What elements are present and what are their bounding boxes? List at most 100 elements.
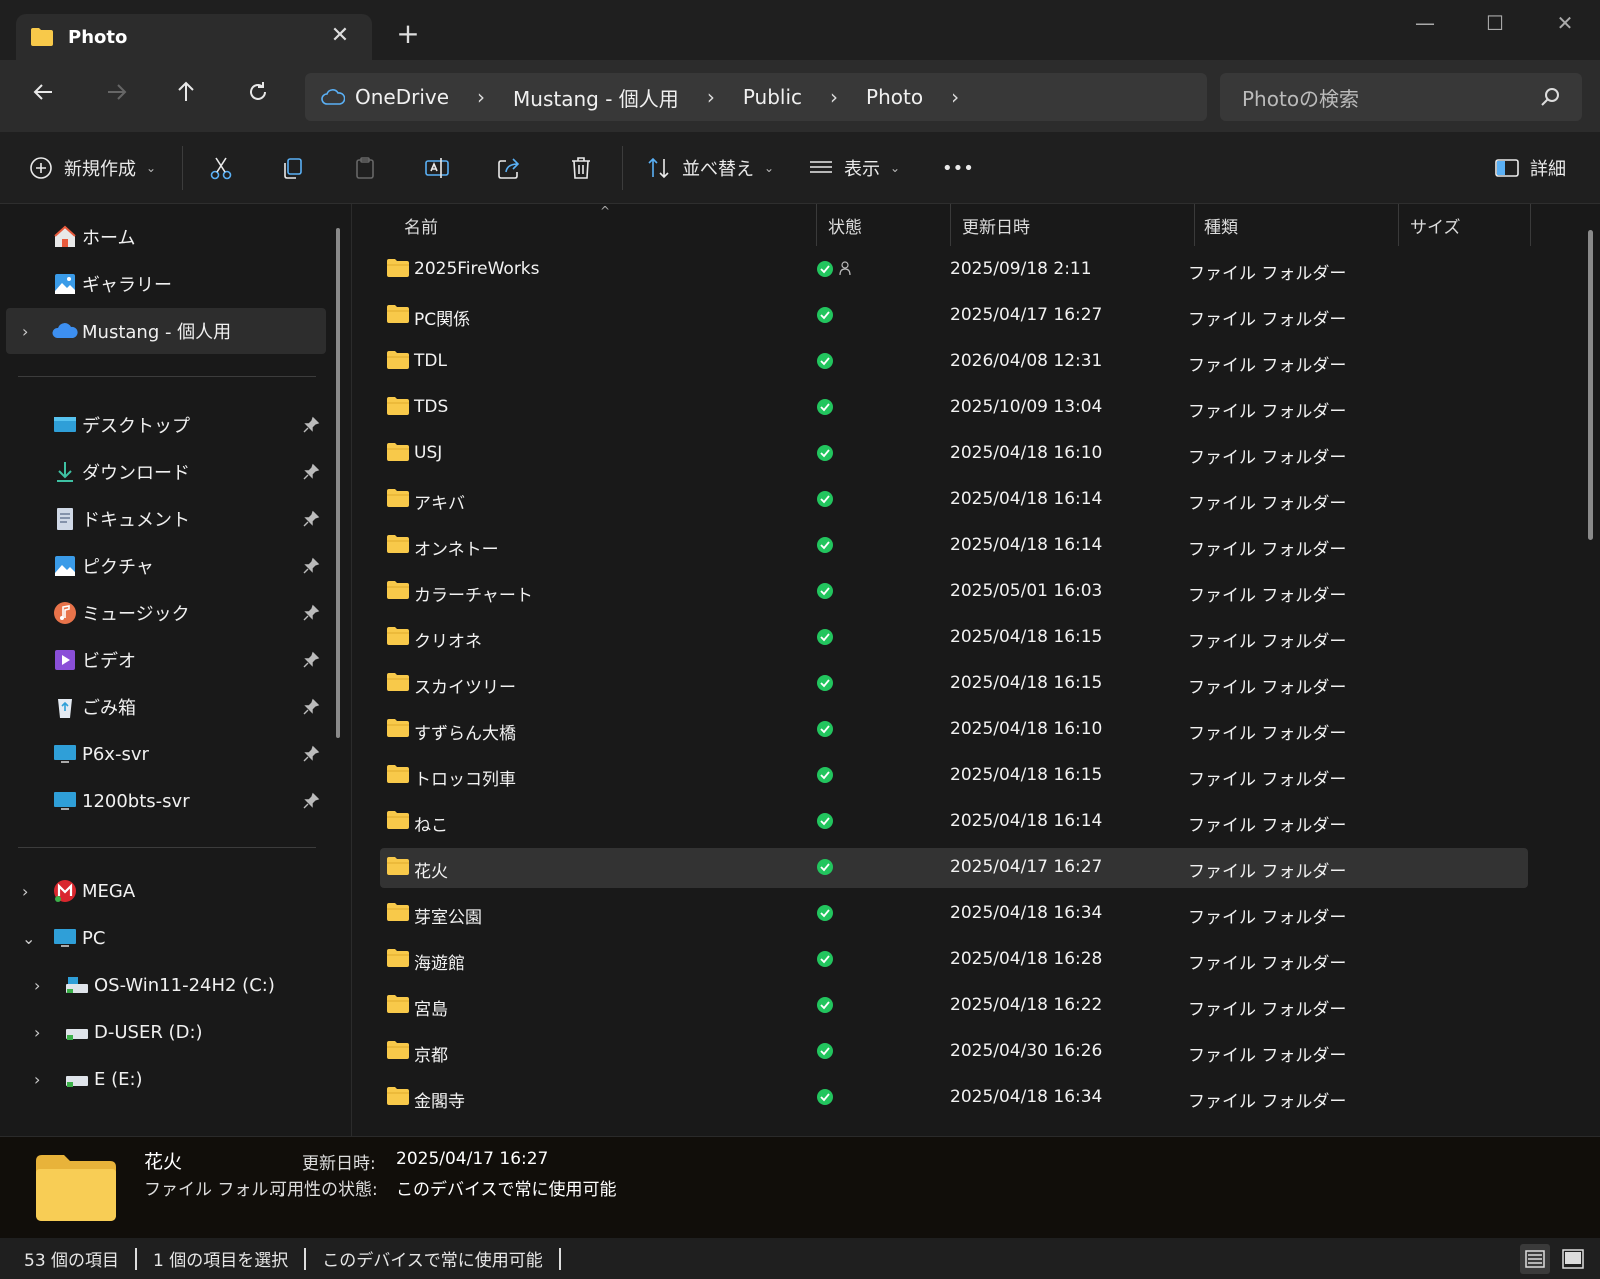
chevron-right-icon[interactable]: ›	[951, 85, 959, 109]
table-row[interactable]: 芽室公園 2025/04/18 16:34 ファイル フォルダー	[380, 894, 1528, 934]
pin-icon[interactable]	[302, 792, 320, 810]
chevron-right-icon[interactable]: ›	[830, 85, 838, 109]
sidebar-item-onedrive[interactable]: › Mustang - 個人用	[6, 308, 326, 354]
file-name: スカイツリー	[414, 678, 516, 698]
pin-icon[interactable]	[302, 557, 320, 575]
column-divider[interactable]	[950, 204, 951, 246]
address-bar[interactable]: OneDrive › Mustang - 個人用 › Public › Phot…	[305, 73, 1207, 121]
column-header-name[interactable]: 名前	[404, 204, 438, 246]
sidebar-item-recycle-bin[interactable]: ごみ箱	[6, 684, 326, 730]
breadcrumb-public[interactable]: Public	[743, 85, 802, 109]
table-row[interactable]: ねこ 2025/04/18 16:14 ファイル フォルダー	[380, 802, 1528, 842]
table-row[interactable]: すずらん大橋 2025/04/18 16:10 ファイル フォルダー	[380, 710, 1528, 750]
paste-button[interactable]	[352, 150, 378, 186]
chevron-right-icon[interactable]: ›	[34, 1023, 50, 1042]
table-row[interactable]: 海遊館 2025/04/18 16:28 ファイル フォルダー	[380, 940, 1528, 980]
back-button[interactable]	[24, 78, 64, 114]
sidebar-item-documents[interactable]: ドキュメント	[6, 496, 326, 542]
table-row[interactable]: アキバ 2025/04/18 16:14 ファイル フォルダー	[380, 480, 1528, 520]
sidebar-item-gallery[interactable]: ギャラリー	[6, 261, 326, 307]
sidebar-item-p6x-svr[interactable]: P6x-svr	[6, 731, 326, 777]
details-view-button[interactable]	[1520, 1244, 1550, 1274]
sidebar-scrollbar[interactable]	[336, 228, 340, 738]
table-row[interactable]: 宮島 2025/04/18 16:22 ファイル フォルダー	[380, 986, 1528, 1026]
table-row[interactable]: トロッコ列車 2025/04/18 16:15 ファイル フォルダー	[380, 756, 1528, 796]
close-tab-icon[interactable]: ✕	[328, 24, 352, 48]
pin-icon[interactable]	[302, 651, 320, 669]
minimize-button[interactable]: —	[1400, 8, 1450, 38]
drive-icon	[66, 977, 88, 993]
maximize-button[interactable]: ☐	[1470, 8, 1520, 38]
pin-icon[interactable]	[302, 416, 320, 434]
pin-icon[interactable]	[302, 745, 320, 763]
chevron-down-icon[interactable]: ⌄	[22, 929, 38, 948]
chevron-right-icon[interactable]: ›	[707, 85, 715, 109]
new-button[interactable]: 新規作成 ⌄	[28, 150, 156, 186]
breadcrumb-photo[interactable]: Photo	[866, 85, 923, 109]
table-row[interactable]: カラーチャート 2025/05/01 16:03 ファイル フォルダー	[380, 572, 1528, 612]
column-header-modified[interactable]: 更新日時	[962, 204, 1030, 246]
view-button[interactable]: 表示 ⌄	[808, 150, 900, 186]
rename-button[interactable]	[424, 150, 450, 186]
search-icon[interactable]	[1538, 85, 1562, 109]
chevron-right-icon[interactable]: ›	[22, 322, 38, 341]
sidebar-item-home[interactable]: ホーム	[6, 214, 326, 260]
sidebar-item-pc[interactable]: ⌄ PC	[6, 915, 326, 961]
search-input[interactable]: Photoの検索	[1220, 73, 1582, 121]
column-header-type[interactable]: 種類	[1204, 204, 1238, 246]
table-row[interactable]: 2025FireWorks 2025/09/18 2:11 ファイル フォルダー	[380, 250, 1528, 290]
chevron-right-icon[interactable]: ›	[477, 85, 485, 109]
sidebar-item-downloads[interactable]: ダウンロード	[6, 449, 326, 495]
table-row[interactable]: USJ 2025/04/18 16:10 ファイル フォルダー	[380, 434, 1528, 474]
copy-button[interactable]	[280, 150, 306, 186]
forward-button[interactable]	[96, 78, 136, 114]
table-row[interactable]: オンネトー 2025/04/18 16:14 ファイル フォルダー	[380, 526, 1528, 566]
breadcrumb-onedrive[interactable]: OneDrive	[355, 85, 449, 109]
table-row[interactable]: 金閣寺 2025/04/18 16:34 ファイル フォルダー	[380, 1078, 1528, 1118]
sidebar-item-videos[interactable]: ビデオ	[6, 637, 326, 683]
new-tab-button[interactable]: +	[394, 20, 422, 48]
sidebar-item-drive-c[interactable]: › OS-Win11-24H2 (C:)	[18, 962, 338, 1008]
sidebar-item-music[interactable]: ミュージック	[6, 590, 326, 636]
details-pane-button[interactable]: 詳細	[1494, 150, 1566, 186]
breadcrumb-mustang[interactable]: Mustang - 個人用	[513, 83, 679, 112]
delete-button[interactable]	[568, 150, 594, 186]
sidebar-item-pictures[interactable]: ピクチャ	[6, 543, 326, 589]
table-row[interactable]: PC関係 2025/04/17 16:27 ファイル フォルダー	[380, 296, 1528, 336]
refresh-button[interactable]	[238, 78, 278, 114]
column-header-status[interactable]: 状態	[828, 204, 862, 246]
up-button[interactable]	[166, 78, 206, 114]
table-row[interactable]: クリオネ 2025/04/18 16:15 ファイル フォルダー	[380, 618, 1528, 658]
sidebar-item-desktop[interactable]: デスクトップ	[6, 402, 326, 448]
details-pane-icon	[1495, 159, 1519, 177]
table-row[interactable]: 花火 2025/04/17 16:27 ファイル フォルダー	[380, 848, 1528, 888]
pin-icon[interactable]	[302, 604, 320, 622]
tiles-view-button[interactable]	[1558, 1244, 1588, 1274]
sidebar-item-drive-d[interactable]: › D-USER (D:)	[18, 1009, 338, 1055]
more-options-button[interactable]: •••	[942, 150, 974, 186]
sidebar-item-1200bts-svr[interactable]: 1200bts-svr	[6, 778, 326, 824]
chevron-right-icon[interactable]: ›	[34, 976, 50, 995]
column-header-size[interactable]: サイズ	[1410, 204, 1461, 246]
tab-photo[interactable]: Photo ✕	[16, 14, 372, 60]
cut-button[interactable]	[208, 150, 234, 186]
pin-icon[interactable]	[302, 463, 320, 481]
table-row[interactable]: TDL 2026/04/08 12:31 ファイル フォルダー	[380, 342, 1528, 382]
sort-button[interactable]: 並べ替え ⌄	[646, 150, 774, 186]
column-divider[interactable]	[1194, 204, 1195, 246]
column-divider[interactable]	[1398, 204, 1399, 246]
pin-icon[interactable]	[302, 510, 320, 528]
chevron-right-icon[interactable]: ›	[22, 882, 38, 901]
table-row[interactable]: TDS 2025/10/09 13:04 ファイル フォルダー	[380, 388, 1528, 428]
chevron-right-icon[interactable]: ›	[34, 1070, 50, 1089]
share-button[interactable]	[496, 150, 522, 186]
column-divider[interactable]	[1530, 204, 1531, 246]
column-divider[interactable]	[816, 204, 817, 246]
close-window-button[interactable]: ✕	[1540, 8, 1590, 38]
sidebar-item-drive-e[interactable]: › E (E:)	[18, 1056, 338, 1102]
table-row[interactable]: 京都 2025/04/30 16:26 ファイル フォルダー	[380, 1032, 1528, 1072]
pin-icon[interactable]	[302, 698, 320, 716]
table-row[interactable]: スカイツリー 2025/04/18 16:15 ファイル フォルダー	[380, 664, 1528, 704]
sidebar-item-mega[interactable]: › MEGA	[6, 868, 326, 914]
file-list-scrollbar[interactable]	[1588, 230, 1593, 540]
